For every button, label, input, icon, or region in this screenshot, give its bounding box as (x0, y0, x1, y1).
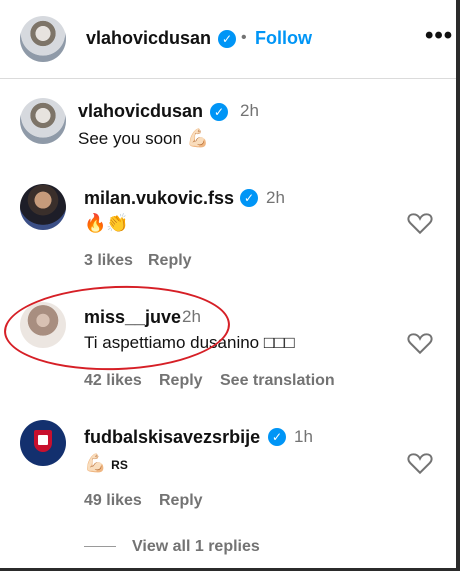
separator-dot: • (241, 29, 247, 46)
comment-text: Ti aspettiamo dusanino □□□ (84, 333, 295, 353)
reply-button[interactable]: Reply (159, 492, 203, 510)
reply-button[interactable]: Reply (148, 252, 192, 270)
serbia-flag-code: RS (111, 458, 128, 472)
comment-text: 🔥👏 (84, 213, 129, 234)
comment-time: 2h (182, 307, 201, 326)
likes-count[interactable]: 3 likes (84, 252, 133, 270)
comment-avatar[interactable] (20, 302, 66, 348)
verified-icon: ✓ (210, 103, 228, 121)
reply-button[interactable]: Reply (159, 372, 203, 390)
comment-username[interactable]: fudbalskisavezsrbije (84, 427, 260, 448)
comment-avatar[interactable] (20, 420, 66, 466)
heart-icon[interactable] (407, 451, 433, 475)
replies-divider (84, 546, 116, 547)
header-username[interactable]: vlahovicdusan (86, 28, 211, 49)
comment-text-body: See you soon (78, 129, 182, 148)
comment-username[interactable]: miss__juve (84, 307, 181, 328)
comment-time: 2h (240, 101, 259, 120)
header-avatar[interactable] (20, 16, 66, 62)
heart-icon[interactable] (407, 331, 433, 355)
see-translation-button[interactable]: See translation (220, 372, 335, 390)
post-header: vlahovicdusan ✓ • Follow ••• (0, 0, 456, 79)
flexed-biceps-emoji: 💪🏻 (84, 453, 107, 473)
view-replies-button[interactable]: View all 1 replies (132, 538, 260, 556)
flexed-biceps-emoji: 💪🏻 (186, 128, 210, 148)
verified-icon: ✓ (268, 428, 286, 446)
comment-text: 💪🏻 RS (84, 453, 128, 474)
comment-avatar[interactable] (20, 184, 66, 230)
serbia-crest-icon (34, 430, 52, 452)
missing-glyph-boxes: □□□ (263, 333, 295, 352)
likes-count[interactable]: 42 likes (84, 372, 142, 390)
comment-text-body: Ti aspettiamo dusanino (84, 333, 260, 352)
verified-icon: ✓ (240, 189, 258, 207)
follow-button[interactable]: Follow (255, 28, 312, 49)
verified-icon: ✓ (218, 30, 236, 48)
fire-clap-emoji: 🔥👏 (84, 213, 129, 233)
comment-avatar[interactable] (20, 98, 66, 144)
comment-text: See you soon 💪🏻 (78, 128, 209, 149)
comment-time: 1h (294, 427, 313, 446)
likes-count[interactable]: 49 likes (84, 492, 142, 510)
comment-username[interactable]: milan.vukovic.fss (84, 188, 234, 209)
right-frame-border (456, 0, 460, 571)
heart-icon[interactable] (407, 211, 433, 235)
comment-username[interactable]: vlahovicdusan (78, 101, 203, 122)
comment-time: 2h (266, 188, 285, 207)
more-options-icon[interactable]: ••• (425, 22, 453, 50)
